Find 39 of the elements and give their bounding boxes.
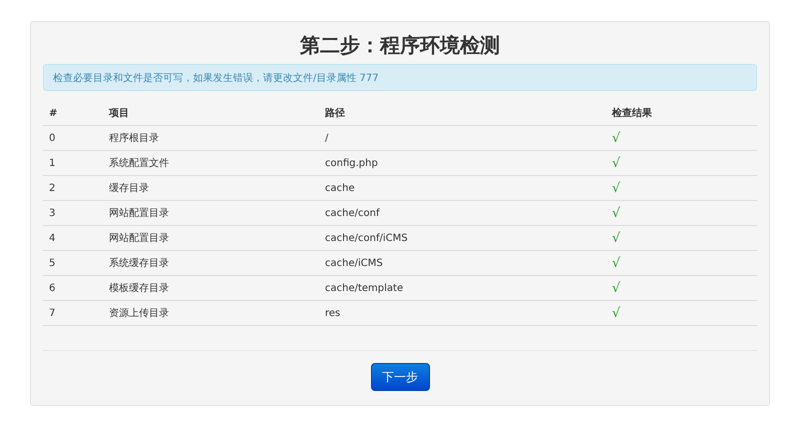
check-mark: √ — [612, 280, 620, 296]
table-cell: 系统缓存目录 — [103, 251, 319, 276]
column-header: 项目 — [103, 101, 319, 126]
check-mark: √ — [612, 156, 620, 170]
table-cell: cache/iCMS — [319, 251, 606, 276]
column-header: 路径 — [319, 101, 606, 126]
column-header: 检查结果 — [606, 101, 757, 126]
info-alert: 检查必要目录和文件是否可写，如果发生错误，请更改文件/目录属性 777 — [43, 64, 757, 91]
table-cell: 3 — [43, 201, 103, 226]
check-mark: √ — [612, 206, 620, 220]
table-cell: / — [319, 126, 606, 151]
table-cell: 6 — [43, 276, 103, 301]
table-cell: 1 — [43, 151, 103, 176]
table-cell: 系统配置文件 — [103, 151, 319, 176]
table-cell: 0 — [43, 126, 103, 151]
table-cell: 网站配置目录 — [103, 201, 319, 226]
table-cell: 资源上传目录 — [103, 301, 319, 326]
table-cell: 7 — [43, 301, 103, 326]
table-cell: config.php — [319, 151, 606, 176]
table-cell: 缓存目录 — [103, 176, 319, 201]
check-mark: √ — [612, 130, 620, 146]
table-cell: 网站配置目录 — [103, 226, 319, 251]
page-title: 第二步：程序环境检测 — [300, 32, 500, 59]
table-cell: cache/conf — [319, 201, 606, 226]
table-cell: cache/template — [319, 276, 606, 301]
table-cell: 程序根目录 — [103, 126, 319, 151]
table-cell: cache/conf/iCMS — [319, 226, 606, 251]
table-cell: 4 — [43, 226, 103, 251]
check-mark: √ — [612, 230, 620, 246]
table-cell: 模板缓存目录 — [103, 276, 319, 301]
check-mark: √ — [612, 180, 620, 196]
table-cell: res — [319, 301, 606, 326]
next-button[interactable]: 下一步 — [370, 363, 430, 391]
table-cell: 5 — [43, 251, 103, 276]
check-mark: √ — [612, 256, 620, 270]
table-cell: 2 — [43, 176, 103, 201]
check-mark: √ — [612, 306, 620, 320]
column-header: # — [43, 101, 103, 126]
table-cell: cache — [319, 176, 606, 201]
